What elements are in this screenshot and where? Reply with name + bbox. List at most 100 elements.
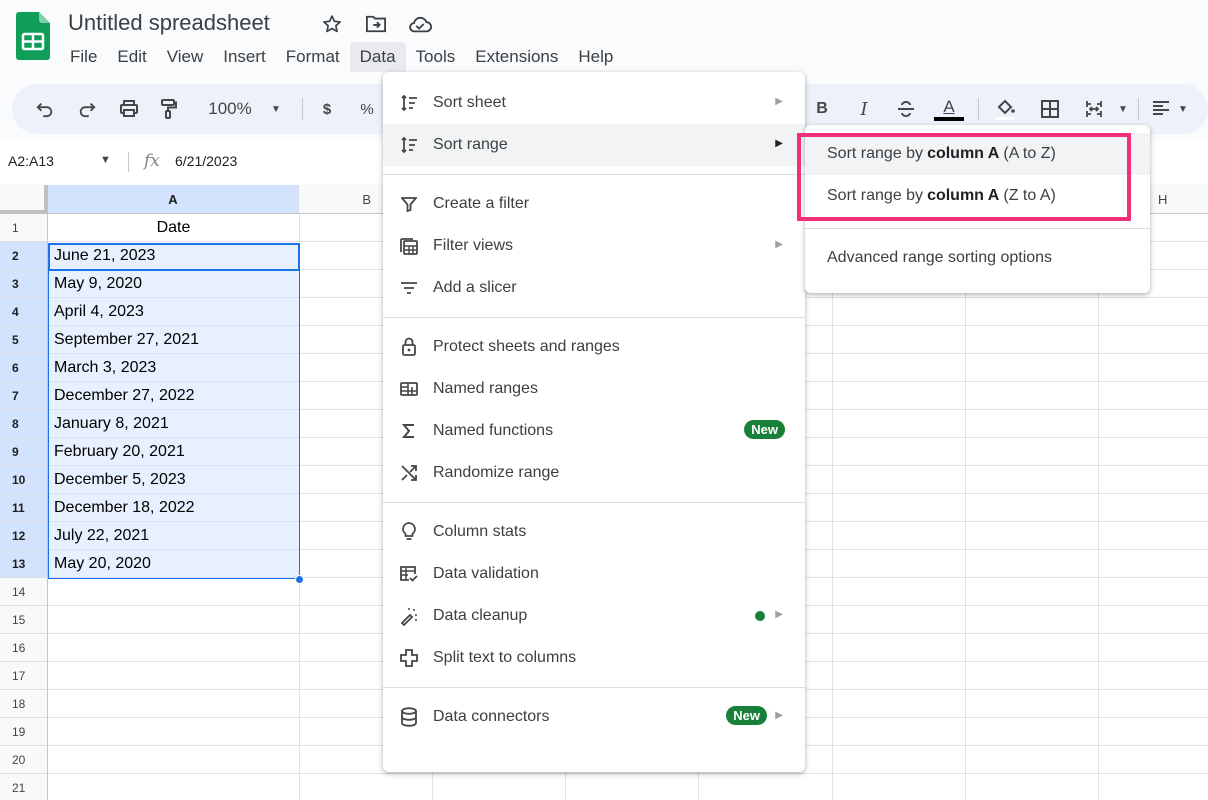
cell-a8[interactable]: January 8, 2021	[48, 410, 299, 438]
grid-row-line	[48, 773, 1208, 774]
align-left-icon[interactable]	[1150, 84, 1172, 134]
magic-wand-icon	[399, 606, 419, 626]
row-header-20[interactable]: 20	[0, 746, 48, 774]
row-header-17[interactable]: 17	[0, 662, 48, 690]
formula-input[interactable]: 6/21/2023	[175, 153, 237, 169]
percent-format-button[interactable]: %	[357, 84, 377, 134]
print-icon[interactable]	[116, 84, 142, 134]
align-dropdown-icon[interactable]: ▼	[1176, 84, 1190, 134]
move-folder-icon[interactable]	[364, 12, 388, 36]
menu-data[interactable]: Data	[349, 42, 406, 72]
data-validation-icon	[399, 564, 419, 584]
cloud-saved-icon[interactable]	[408, 12, 432, 36]
star-icon[interactable]	[320, 12, 344, 36]
menu-item-add-a-slicer[interactable]: Add a slicer	[383, 267, 805, 309]
menu-item-column-stats[interactable]: Column stats	[383, 511, 805, 553]
menu-item-randomize-range[interactable]: Randomize range	[383, 452, 805, 494]
row-header-12[interactable]: 12	[0, 522, 48, 550]
submenu-arrow-icon: ▶	[775, 138, 783, 149]
menu-edit[interactable]: Edit	[107, 42, 156, 72]
sort-icon	[399, 135, 419, 155]
lock-icon	[399, 337, 419, 357]
menu-item-data-connectors[interactable]: Data connectors New ▶	[383, 696, 805, 738]
row-header-9[interactable]: 9	[0, 438, 48, 466]
row-header-14[interactable]: 14	[0, 578, 48, 606]
advanced-range-sorting-options[interactable]: Advanced range sorting options	[805, 237, 1150, 279]
menu-divider	[383, 502, 805, 503]
menu-view[interactable]: View	[157, 42, 214, 72]
cell-a6[interactable]: March 3, 2023	[48, 354, 299, 382]
menu-tools[interactable]: Tools	[406, 42, 466, 72]
sigma-icon	[399, 421, 419, 441]
cell-a5[interactable]: September 27, 2021	[48, 326, 299, 354]
row-header-4[interactable]: 4	[0, 298, 48, 326]
redo-icon[interactable]	[74, 84, 100, 134]
menu-item-data-cleanup[interactable]: Data cleanup ▶	[383, 595, 805, 637]
row-header-7[interactable]: 7	[0, 382, 48, 410]
cell-a12[interactable]: July 22, 2021	[48, 522, 299, 550]
document-title[interactable]: Untitled spreadsheet	[68, 10, 270, 36]
fill-handle[interactable]	[295, 575, 304, 584]
row-header-6[interactable]: 6	[0, 354, 48, 382]
row-header-10[interactable]: 10	[0, 466, 48, 494]
row-header-15[interactable]: 15	[0, 606, 48, 634]
menu-divider	[383, 687, 805, 688]
menu-insert[interactable]: Insert	[213, 42, 276, 72]
cell-a3[interactable]: May 9, 2020	[48, 270, 299, 298]
row-header-3[interactable]: 3	[0, 270, 48, 298]
row-header-13[interactable]: 13	[0, 550, 48, 578]
menu-format[interactable]: Format	[276, 42, 350, 72]
text-color-swatch	[934, 116, 964, 121]
currency-format-button[interactable]: $	[317, 84, 337, 134]
row-header-11[interactable]: 11	[0, 494, 48, 522]
cell-a10[interactable]: December 5, 2023	[48, 466, 299, 494]
zoom-dropdown-icon[interactable]: ▼	[268, 84, 284, 134]
menu-item-filter-views[interactable]: Filter views ▶	[383, 225, 805, 267]
menu-extensions[interactable]: Extensions	[465, 42, 568, 72]
row-header-16[interactable]: 16	[0, 634, 48, 662]
menu-item-sort-range[interactable]: Sort range ▶	[383, 124, 805, 166]
grid-column-line	[965, 214, 966, 800]
sheets-logo-icon[interactable]	[16, 12, 50, 60]
cell-a2[interactable]: June 21, 2023	[48, 242, 299, 270]
menu-item-label: Create a filter	[433, 195, 530, 212]
menu-item-named-ranges[interactable]: Named ranges	[383, 368, 805, 410]
filter-views-icon	[399, 236, 419, 256]
cell-a11[interactable]: December 18, 2022	[48, 494, 299, 522]
cell-a4[interactable]: April 4, 2023	[48, 298, 299, 326]
menu-item-split-text-to-columns[interactable]: Split text to columns	[383, 637, 805, 679]
cell-a7[interactable]: December 27, 2022	[48, 382, 299, 410]
menu-item-named-functions[interactable]: Named functions New	[383, 410, 805, 452]
menu-item-data-validation[interactable]: Data validation	[383, 553, 805, 595]
submenu-arrow-icon: ▶	[775, 96, 783, 107]
row-header-5[interactable]: 5	[0, 326, 48, 354]
menu-file[interactable]: File	[60, 42, 107, 72]
menu-item-create-a-filter[interactable]: Create a filter	[383, 183, 805, 225]
data-menu: Sort sheet ▶ Sort range ▶ Create a filter Fil…	[383, 72, 805, 772]
row-header-19[interactable]: 19	[0, 718, 48, 746]
row-header-1[interactable]: 1	[0, 214, 48, 242]
menu-divider	[383, 174, 805, 175]
zoom-select[interactable]: 100%	[202, 84, 258, 134]
paint-format-icon[interactable]	[156, 84, 182, 134]
row-header-2[interactable]: 2	[0, 242, 48, 270]
column-header-a[interactable]: A	[48, 185, 299, 214]
row-header-8[interactable]: 8	[0, 410, 48, 438]
sort-icon	[399, 93, 419, 113]
filter-icon	[399, 194, 419, 214]
name-box-dropdown-icon[interactable]: ▼	[100, 154, 111, 166]
cell-a13[interactable]: May 20, 2020	[48, 550, 299, 578]
row-header-21[interactable]: 21	[0, 774, 48, 800]
slicer-icon	[399, 278, 419, 298]
cell-a1-header[interactable]: Date	[48, 214, 299, 242]
menu-item-protect-sheets-and-ranges[interactable]: Protect sheets and ranges	[383, 326, 805, 368]
name-box[interactable]: A2:A13	[8, 153, 54, 169]
menu-help[interactable]: Help	[568, 42, 623, 72]
shuffle-icon	[399, 463, 419, 483]
undo-icon[interactable]	[32, 84, 58, 134]
select-all-corner[interactable]	[0, 185, 48, 214]
row-header-18[interactable]: 18	[0, 690, 48, 718]
menu-item-sort-sheet[interactable]: Sort sheet ▶	[383, 82, 805, 124]
cell-a9[interactable]: February 20, 2021	[48, 438, 299, 466]
menu-item-label: Named functions	[433, 422, 554, 439]
